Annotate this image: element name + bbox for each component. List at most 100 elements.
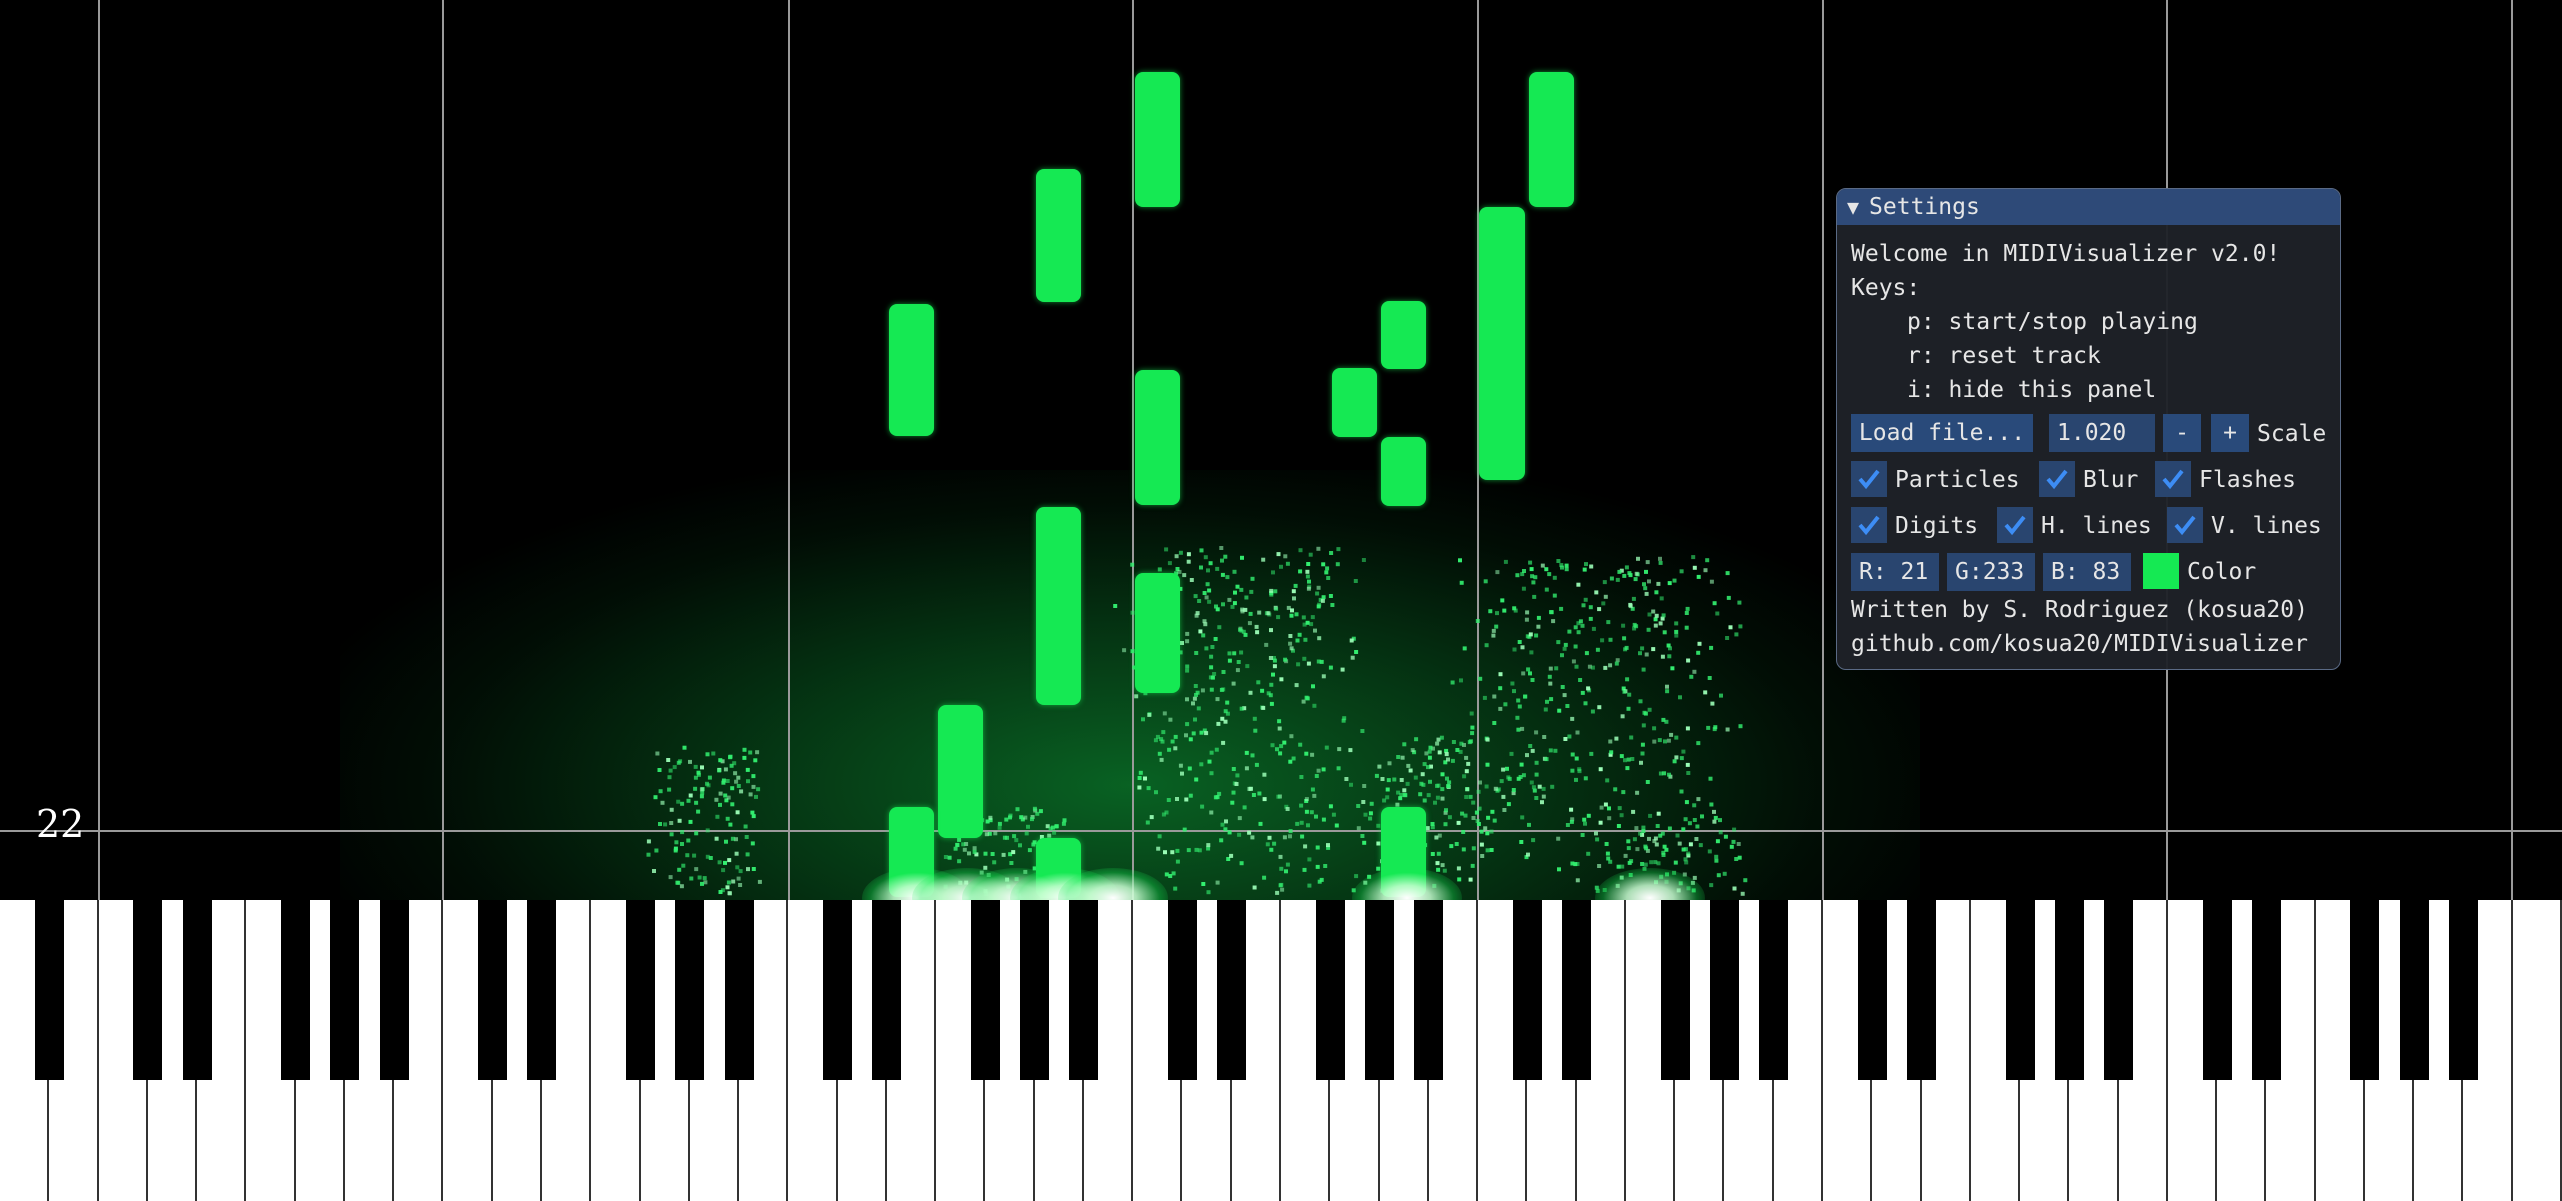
color-g-input[interactable]: G:233: [1947, 553, 2035, 591]
particle: [1486, 815, 1491, 820]
particle: [1569, 819, 1574, 824]
particle: [1231, 790, 1236, 795]
particle: [1284, 869, 1288, 874]
particle: [1167, 561, 1172, 566]
digits-checkbox[interactable]: [1851, 507, 1887, 543]
particle: [1479, 842, 1484, 847]
particle: [1503, 702, 1508, 707]
particle: [1681, 847, 1686, 852]
particle: [1692, 803, 1697, 808]
h-lines-checkbox[interactable]: [1997, 507, 2033, 543]
particle: [1447, 815, 1452, 820]
load-file-button[interactable]: Load file...: [1851, 414, 2033, 452]
scale-minus-button[interactable]: -: [2163, 414, 2201, 452]
particle: [1641, 667, 1646, 672]
particle: [1227, 830, 1232, 835]
particle: [1541, 786, 1546, 791]
particle: [1422, 798, 1427, 803]
particle: [1296, 662, 1301, 667]
particle: [1485, 831, 1490, 836]
particle: [1495, 570, 1500, 575]
particle: [1528, 632, 1533, 637]
particle: [1594, 831, 1598, 836]
particle: [1173, 886, 1178, 891]
particle: [1316, 585, 1321, 590]
key-help-i: i: hide this panel: [1907, 377, 2157, 403]
particle: [1489, 848, 1494, 852]
particle: [1368, 816, 1373, 821]
particle: [1638, 651, 1642, 656]
color-b-input[interactable]: B: 83: [2043, 553, 2131, 591]
particle: [1202, 591, 1207, 595]
particle: [1616, 864, 1621, 869]
particle: [1634, 826, 1639, 831]
particle: [1268, 656, 1273, 660]
particle: [1271, 672, 1275, 677]
particle: [751, 867, 756, 871]
particle: [1026, 824, 1030, 829]
particle: [1540, 800, 1544, 805]
particle: [1570, 768, 1575, 773]
particle: [1225, 711, 1230, 716]
particle: [735, 810, 740, 815]
particle: [1734, 857, 1739, 861]
color-r-input[interactable]: R: 21: [1851, 553, 1939, 591]
particle: [1502, 608, 1507, 613]
blur-checkbox[interactable]: [2039, 461, 2075, 497]
color-swatch[interactable]: [2143, 553, 2179, 589]
particle: [680, 830, 685, 835]
white-key: [2512, 900, 2562, 1201]
particle: [696, 809, 701, 814]
particle: [1492, 694, 1497, 699]
particle: [1737, 600, 1742, 605]
v-lines-checkbox[interactable]: [2167, 507, 2203, 543]
particle: [1221, 687, 1226, 692]
particle: [1232, 651, 1237, 656]
settings-titlebar[interactable]: ▼ Settings: [1837, 189, 2340, 225]
particle: [1707, 849, 1712, 854]
particle: [1113, 604, 1118, 608]
particle: [1163, 850, 1167, 855]
scale-input[interactable]: 1.020: [2049, 414, 2155, 452]
particle: [1567, 629, 1572, 634]
particle: [1288, 829, 1293, 834]
particle: [1559, 606, 1564, 611]
particle: [1647, 579, 1651, 584]
particle: [1223, 554, 1228, 559]
particle: [1292, 596, 1296, 601]
black-key: [1069, 900, 1099, 1080]
particle: [1194, 651, 1199, 655]
triangle-down-icon[interactable]: ▼: [1847, 195, 1859, 219]
particle: [1656, 581, 1661, 586]
particle: [1419, 781, 1424, 786]
particle: [1435, 861, 1440, 866]
particle: [1461, 830, 1466, 834]
particle: [1428, 745, 1433, 750]
particle: [1576, 630, 1581, 635]
particle: [1658, 560, 1663, 565]
particle: [1647, 707, 1652, 712]
particle: [1607, 816, 1612, 821]
flashes-checkbox[interactable]: [2155, 461, 2191, 497]
particle: [1177, 569, 1182, 574]
particle: [1488, 609, 1493, 614]
particle: [1288, 634, 1293, 638]
particle: [1613, 787, 1618, 792]
particle: [1208, 561, 1213, 566]
particle: [1712, 819, 1717, 824]
particle: [688, 819, 693, 824]
scale-plus-button[interactable]: +: [2211, 414, 2249, 452]
particle: [1580, 623, 1585, 628]
particle: [1193, 684, 1198, 688]
particle: [1679, 569, 1684, 574]
particle: [1583, 597, 1588, 602]
particle: [731, 879, 736, 884]
particle: [1294, 612, 1299, 617]
particle: [1534, 633, 1539, 638]
particles-checkbox[interactable]: [1851, 461, 1887, 497]
particle: [1426, 765, 1430, 770]
particle: [1305, 620, 1310, 625]
particle: [1606, 620, 1611, 625]
particle: [1499, 779, 1504, 784]
particle: [739, 789, 744, 794]
